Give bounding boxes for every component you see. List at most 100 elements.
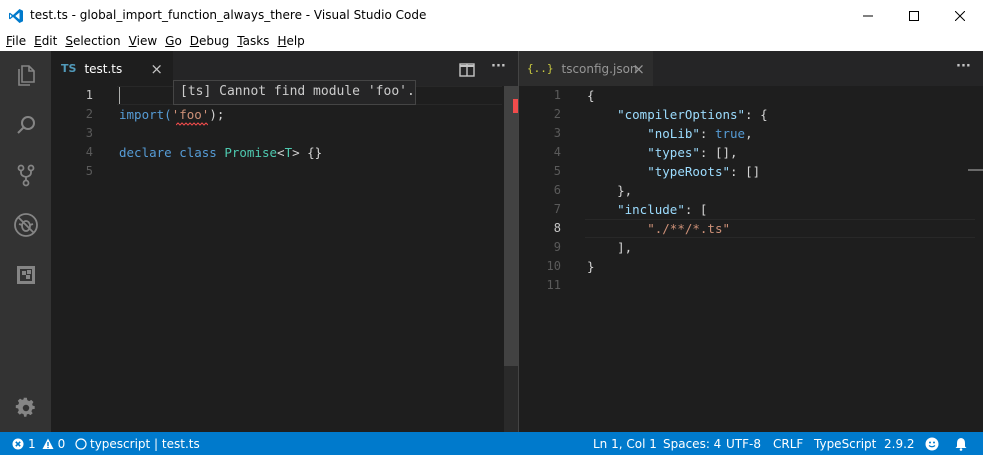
line-number: 3 bbox=[85, 126, 93, 140]
code-token: 'foo' bbox=[171, 107, 210, 122]
menu-item-tasks[interactable]: Tasks bbox=[233, 34, 273, 48]
cursor-position[interactable]: Ln 1, Col 1 bbox=[593, 432, 657, 455]
line-number: 9 bbox=[553, 240, 561, 254]
menu-item-selection[interactable]: Selection bbox=[61, 34, 124, 48]
code-line: "include": [ bbox=[587, 200, 768, 219]
minimize-button[interactable] bbox=[845, 0, 891, 31]
code-line: "compilerOptions": { bbox=[587, 105, 768, 124]
close-tab-icon[interactable]: × bbox=[632, 60, 645, 78]
right-code-area[interactable]: { "compilerOptions": { "noLib": true, "t… bbox=[587, 86, 768, 295]
notifications-button[interactable] bbox=[954, 432, 968, 455]
more-actions-icon[interactable]: ··· bbox=[491, 59, 506, 74]
source-control-button[interactable] bbox=[0, 151, 51, 199]
code-line: { bbox=[587, 86, 768, 105]
info-circle-icon bbox=[75, 437, 87, 450]
language-mode[interactable]: TypeScript bbox=[814, 432, 876, 455]
extensions-button[interactable] bbox=[0, 251, 51, 299]
line-number: 2 bbox=[553, 107, 561, 121]
left-editor-group: TS test.ts × ··· 12345 ​import('foo');​d… bbox=[51, 51, 518, 432]
left-scrollbar-thumb[interactable] bbox=[504, 86, 518, 366]
code-token: "compilerOptions" bbox=[617, 107, 746, 122]
error-count: 1 bbox=[28, 436, 36, 451]
code-token: : bbox=[699, 126, 715, 141]
code-token: true bbox=[714, 126, 746, 141]
tab-label: tsconfig.json bbox=[561, 61, 638, 76]
encoding-status[interactable]: UTF-8 bbox=[726, 432, 761, 455]
code-token: ], bbox=[587, 240, 633, 255]
code-token: : [], bbox=[699, 145, 738, 160]
line-number: 1 bbox=[553, 88, 561, 102]
explorer-button[interactable] bbox=[0, 51, 51, 99]
code-token: "./**/*.ts" bbox=[647, 221, 731, 236]
split-editor-button[interactable] bbox=[459, 62, 475, 81]
code-token: }, bbox=[587, 183, 633, 198]
search-icon bbox=[16, 116, 35, 134]
code-line: ​ bbox=[587, 276, 768, 295]
line-number: 5 bbox=[85, 164, 93, 178]
close-tab-icon[interactable]: × bbox=[150, 60, 163, 78]
text-cursor bbox=[119, 87, 120, 104]
line-number: 4 bbox=[553, 145, 561, 159]
code-token: , bbox=[745, 126, 753, 141]
maximize-button[interactable] bbox=[891, 0, 937, 31]
code-token: > {} bbox=[292, 145, 323, 160]
line-number: 8 bbox=[553, 221, 561, 235]
code-line: "typeRoots": [] bbox=[587, 162, 768, 181]
code-token: "noLib" bbox=[647, 126, 700, 141]
code-line: "types": [], bbox=[587, 143, 768, 162]
line-number: 7 bbox=[553, 202, 561, 216]
line-number: 5 bbox=[553, 164, 561, 178]
tab-test-ts[interactable]: TS test.ts × bbox=[51, 51, 173, 86]
menu-item-file[interactable]: File bbox=[2, 34, 30, 48]
line-number: 6 bbox=[553, 183, 561, 197]
close-window-button[interactable] bbox=[937, 0, 983, 31]
minimize-icon bbox=[863, 15, 873, 16]
code-token: : { bbox=[745, 107, 768, 122]
more-actions-icon[interactable]: ··· bbox=[956, 59, 971, 74]
code-token: : [ bbox=[684, 202, 708, 217]
maximize-icon bbox=[909, 10, 919, 21]
eol-status[interactable]: CRLF bbox=[773, 432, 803, 455]
code-token: "types" bbox=[647, 145, 700, 160]
error-hover-tooltip: [ts] Cannot find module 'foo'. bbox=[173, 80, 416, 105]
source-control-icon bbox=[17, 164, 34, 187]
right-tab-bar: {..} tsconfig.json × ··· bbox=[519, 51, 983, 86]
close-icon bbox=[955, 10, 965, 21]
menu-item-go[interactable]: Go bbox=[161, 34, 186, 48]
code-line: ​ bbox=[119, 124, 322, 143]
settings-gear-icon bbox=[15, 397, 35, 417]
json-icon: {..} bbox=[527, 62, 554, 75]
typescript-version[interactable]: 2.9.2 bbox=[884, 432, 915, 455]
manage-button[interactable] bbox=[0, 384, 51, 432]
code-token: { bbox=[587, 88, 595, 103]
code-token: : [] bbox=[730, 164, 761, 179]
tab-tsconfig-json[interactable]: {..} tsconfig.json × bbox=[519, 51, 653, 86]
error-icon bbox=[12, 438, 24, 449]
code-line: "./**/*.ts" bbox=[587, 219, 768, 238]
warning-count: 0 bbox=[57, 436, 66, 451]
menu-item-debug[interactable]: Debug bbox=[186, 34, 233, 48]
smiley-icon bbox=[925, 437, 939, 450]
code-token: } bbox=[587, 259, 595, 274]
right-overview-marker bbox=[968, 169, 983, 171]
activity-bar bbox=[0, 51, 51, 432]
vscode-logo-icon bbox=[9, 9, 23, 23]
code-line: "noLib": true, bbox=[587, 124, 768, 143]
line-number: 3 bbox=[553, 126, 561, 140]
code-token: import( bbox=[119, 107, 172, 122]
code-token: declare class bbox=[119, 145, 225, 160]
search-view-button[interactable] bbox=[0, 101, 51, 149]
problems-indicator[interactable]: 1 0 bbox=[12, 432, 65, 455]
title-bar: test.ts - global_import_function_always_… bbox=[0, 0, 983, 31]
code-line: declare class Promise<T> {} bbox=[119, 143, 322, 162]
split-editor-icon bbox=[459, 63, 475, 77]
debug-button[interactable] bbox=[0, 201, 51, 249]
menu-item-view[interactable]: View bbox=[125, 34, 161, 48]
feedback-button[interactable] bbox=[925, 432, 939, 455]
menu-item-help[interactable]: Help bbox=[273, 34, 308, 48]
indentation-status[interactable]: Spaces: 4 bbox=[663, 432, 721, 455]
typescript-status[interactable]: typescript | test.ts bbox=[75, 432, 200, 455]
menu-item-edit[interactable]: Edit bbox=[30, 34, 61, 48]
